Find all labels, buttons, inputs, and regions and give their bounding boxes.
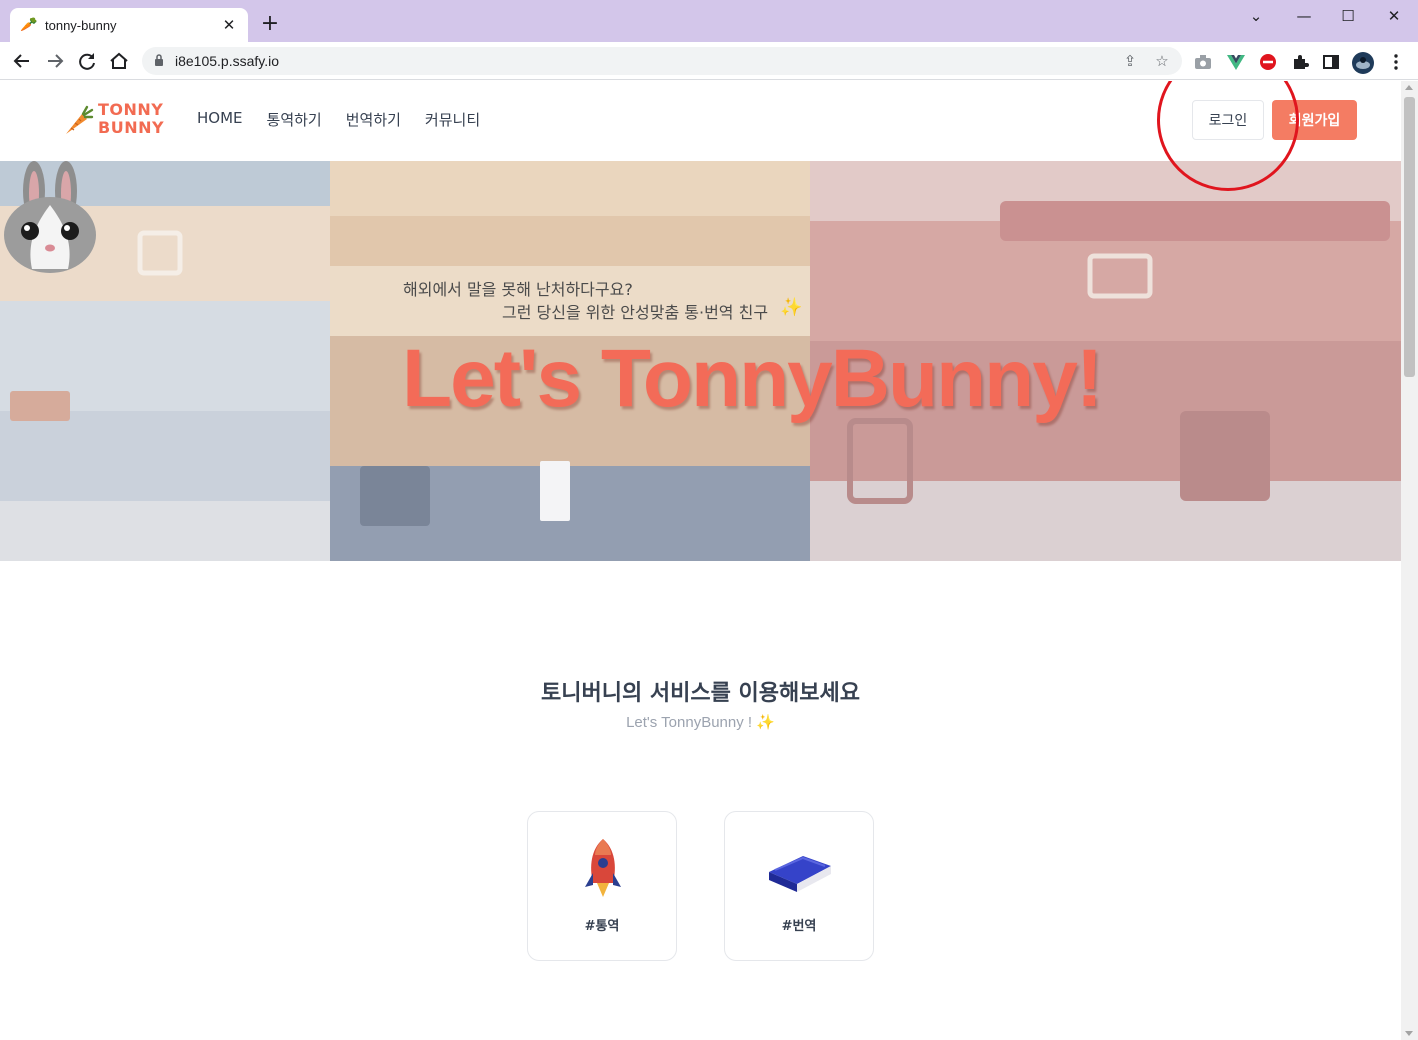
nav-translation[interactable]: 번역하기: [346, 109, 401, 130]
block-icon[interactable]: [1258, 52, 1278, 72]
home-icon[interactable]: [106, 48, 132, 74]
back-icon[interactable]: [9, 48, 35, 74]
carrot-favicon-icon: 🥕: [20, 17, 38, 33]
sparkle-icon: ✨: [756, 714, 775, 731]
logo-text-line1: TONNY: [98, 100, 164, 119]
nav-interpretation[interactable]: 통역하기: [267, 109, 322, 130]
address-bar[interactable]: i8e105.p.ssafy.io ⇪ ☆: [142, 47, 1182, 75]
extensions-icon[interactable]: [1290, 52, 1310, 72]
browser-titlebar: 🥕 tonny-bunny ✕ + ⌄ — ☐ ✕: [0, 0, 1418, 42]
browser-toolbar: i8e105.p.ssafy.io ⇪ ☆: [0, 42, 1418, 80]
hero-banner: 해외에서 말을 못해 난처하다구요? 그런 당신을 위한 안성맞춤 통·번역 친…: [0, 161, 1401, 561]
share-icon[interactable]: ⇪: [1120, 51, 1140, 71]
site-header: TONNY BUNNY HOME 통역하기 번역하기 커뮤니티 로그인 회원가입: [0, 81, 1401, 161]
rocket-icon: [585, 839, 621, 897]
scroll-down-icon[interactable]: [1405, 1031, 1413, 1036]
site-logo[interactable]: TONNY BUNNY: [60, 99, 170, 143]
url-text: i8e105.p.ssafy.io: [175, 53, 280, 69]
main-nav: HOME 통역하기 번역하기 커뮤니티: [197, 109, 480, 130]
scroll-up-icon[interactable]: [1405, 85, 1413, 90]
forward-icon[interactable]: [42, 48, 68, 74]
service-card-translation[interactable]: #번역: [724, 811, 874, 961]
signup-button[interactable]: 회원가입: [1272, 100, 1357, 140]
menu-icon[interactable]: [1386, 52, 1406, 72]
bunny-icon: [4, 161, 96, 273]
maximize-button[interactable]: ☐: [1328, 4, 1368, 28]
logo-text: TONNY BUNNY: [98, 101, 164, 137]
minimize-button[interactable]: —: [1284, 4, 1324, 28]
camera-icon[interactable]: [1193, 52, 1213, 72]
nav-community[interactable]: 커뮤니티: [425, 109, 480, 130]
sparkle-icon: ✨: [780, 297, 803, 318]
new-tab-button[interactable]: +: [260, 12, 280, 36]
scrollbar-thumb[interactable]: [1404, 97, 1415, 377]
services-subtitle-text: Let's TonnyBunny !: [626, 714, 753, 731]
services-subtitle: Let's TonnyBunny ! ✨: [0, 713, 1401, 731]
login-button[interactable]: 로그인: [1192, 100, 1264, 140]
service-card-label: #통역: [584, 919, 620, 934]
page-scrollbar[interactable]: [1401, 81, 1418, 1040]
services-title: 토니버니의 서비스를 이용해보세요: [541, 681, 860, 706]
window-close-button[interactable]: ✕: [1374, 4, 1414, 28]
book-icon: [769, 856, 831, 892]
hero-subtitle-line2: 그런 당신을 위한 안성맞춤 통·번역 친구: [502, 303, 769, 322]
tab-list-button[interactable]: ⌄: [1236, 4, 1276, 28]
nav-home[interactable]: HOME: [197, 109, 243, 130]
carrot-logo-icon: [66, 105, 94, 134]
vue-devtools-icon[interactable]: [1226, 52, 1246, 72]
tab-close-icon[interactable]: ✕: [220, 16, 238, 34]
reload-icon[interactable]: [74, 48, 100, 74]
service-card-label: #번역: [781, 919, 817, 934]
lock-icon: [155, 54, 163, 66]
star-icon[interactable]: ☆: [1152, 51, 1172, 71]
browser-tab[interactable]: 🥕 tonny-bunny ✕: [10, 8, 248, 42]
hero-subtitle-line1: 해외에서 말을 못해 난처하다구요?: [403, 280, 633, 299]
sidepanel-icon[interactable]: [1321, 52, 1341, 72]
logo-text-line2: BUNNY: [98, 118, 165, 137]
hero-title: Let's TonnyBunny!: [402, 333, 1103, 424]
tab-title: tonny-bunny: [45, 17, 117, 33]
web-page: TONNY BUNNY HOME 통역하기 번역하기 커뮤니티 로그인 회원가입: [0, 81, 1401, 1040]
profile-avatar-icon[interactable]: [1352, 52, 1374, 74]
service-card-interpretation[interactable]: #통역: [527, 811, 677, 961]
